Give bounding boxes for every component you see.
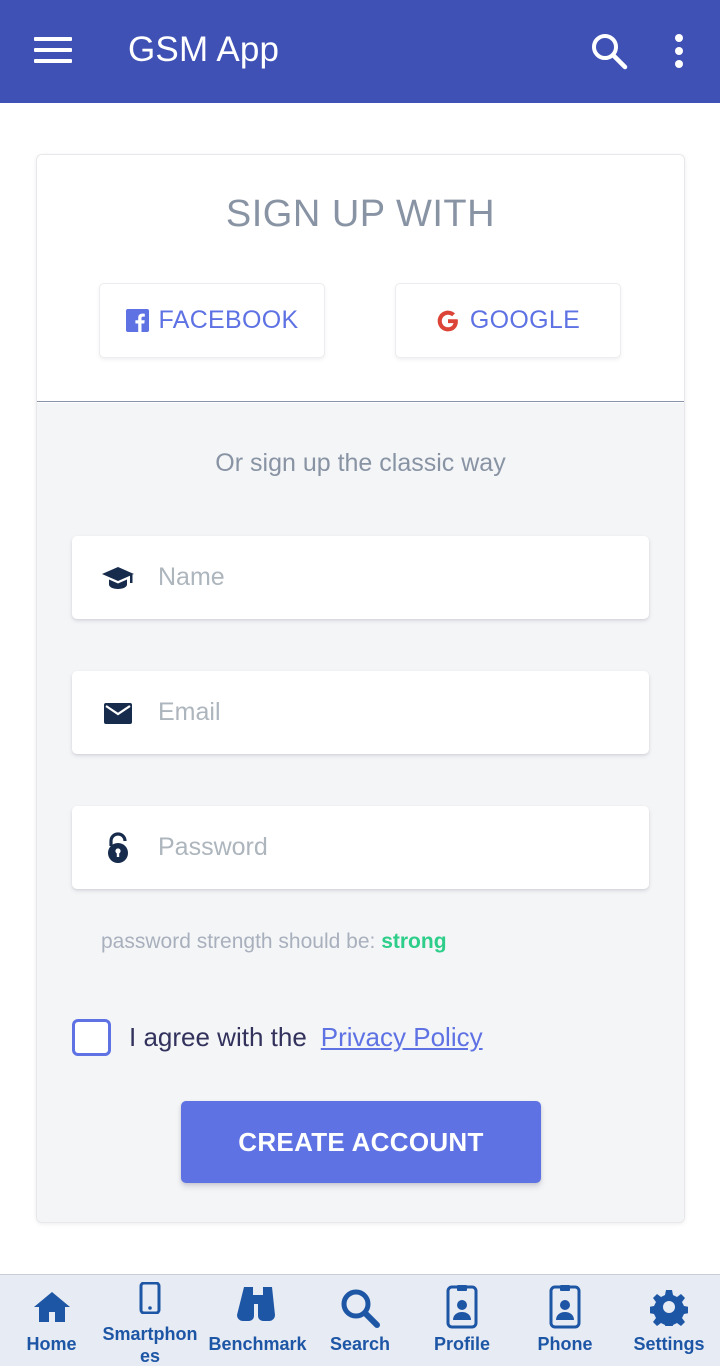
nav-item-phone[interactable]: Phone (515, 1275, 615, 1367)
gear-icon (650, 1290, 688, 1326)
social-signup-section: SIGN UP WITH FACEBOOK GOOGLE (37, 155, 684, 402)
binoculars-icon (236, 1287, 275, 1321)
mail-icon (104, 703, 132, 724)
google-button[interactable]: GOOGLE (395, 283, 621, 358)
strength-prefix: password strength should be: (101, 930, 376, 953)
email-input[interactable] (158, 671, 628, 754)
nav-item-profile[interactable]: Profile (412, 1275, 512, 1367)
nav-label-benchmark: Benchmark (208, 1334, 307, 1354)
app-bar: GSM App (0, 0, 720, 103)
create-account-button[interactable]: CREATE ACCOUNT (181, 1101, 541, 1183)
nav-item-home[interactable]: Home (0, 1275, 103, 1367)
facebook-label: FACEBOOK (158, 306, 299, 334)
password-field (72, 806, 649, 889)
nav-item-smartphones[interactable]: Smartphon es (100, 1275, 200, 1367)
home-icon (33, 1292, 70, 1322)
nav-label-home: Home (26, 1334, 77, 1354)
id-badge-icon (549, 1285, 581, 1329)
nav-item-settings[interactable]: Settings (618, 1275, 720, 1367)
nav-label-profile: Profile (433, 1334, 490, 1354)
menu-icon[interactable] (34, 37, 72, 65)
search-icon[interactable] (590, 32, 628, 70)
name-field (72, 536, 649, 619)
nav-label-phone: Phone (537, 1334, 593, 1354)
classic-signup-section: Or sign up the classic way password stre… (37, 403, 684, 1222)
email-field (72, 671, 649, 754)
smartphone-icon (139, 1282, 161, 1314)
name-input[interactable] (158, 536, 628, 619)
classic-signup-text: Or sign up the classic way (215, 449, 506, 477)
agree-checkbox[interactable] (72, 1018, 111, 1056)
more-vertical-icon[interactable] (668, 34, 690, 70)
nav-label-search: Search (329, 1334, 391, 1354)
nav-item-benchmark[interactable]: Benchmark (205, 1275, 310, 1367)
password-strength-hint: password strength should be: strong (101, 930, 447, 954)
app-title: GSM App (128, 30, 280, 69)
google-label: GOOGLE (469, 306, 581, 334)
privacy-agreement: I agree with the Privacy Policy (72, 1017, 483, 1057)
lock-open-icon (108, 832, 128, 863)
privacy-policy-link[interactable]: Privacy Policy (321, 1022, 483, 1053)
signup-card: SIGN UP WITH FACEBOOK GOOGLE Or sign up … (36, 154, 685, 1223)
nav-label-smartphones: Smartphon es (102, 1324, 198, 1366)
search-icon (341, 1289, 380, 1328)
bottom-navigation: Home Smartphon es Benchmark Search Profi… (0, 1274, 720, 1366)
signup-heading: SIGN UP WITH (225, 193, 496, 235)
graduation-cap-icon (102, 567, 134, 589)
nav-label-settings: Settings (633, 1334, 705, 1354)
id-badge-icon (446, 1285, 478, 1329)
nav-item-search[interactable]: Search (310, 1275, 410, 1367)
facebook-button[interactable]: FACEBOOK (99, 283, 325, 358)
password-input[interactable] (158, 806, 628, 889)
facebook-icon (125, 309, 149, 332)
google-icon (437, 310, 458, 331)
agree-text: I agree with the (129, 1021, 307, 1052)
strength-value: strong (381, 930, 447, 953)
